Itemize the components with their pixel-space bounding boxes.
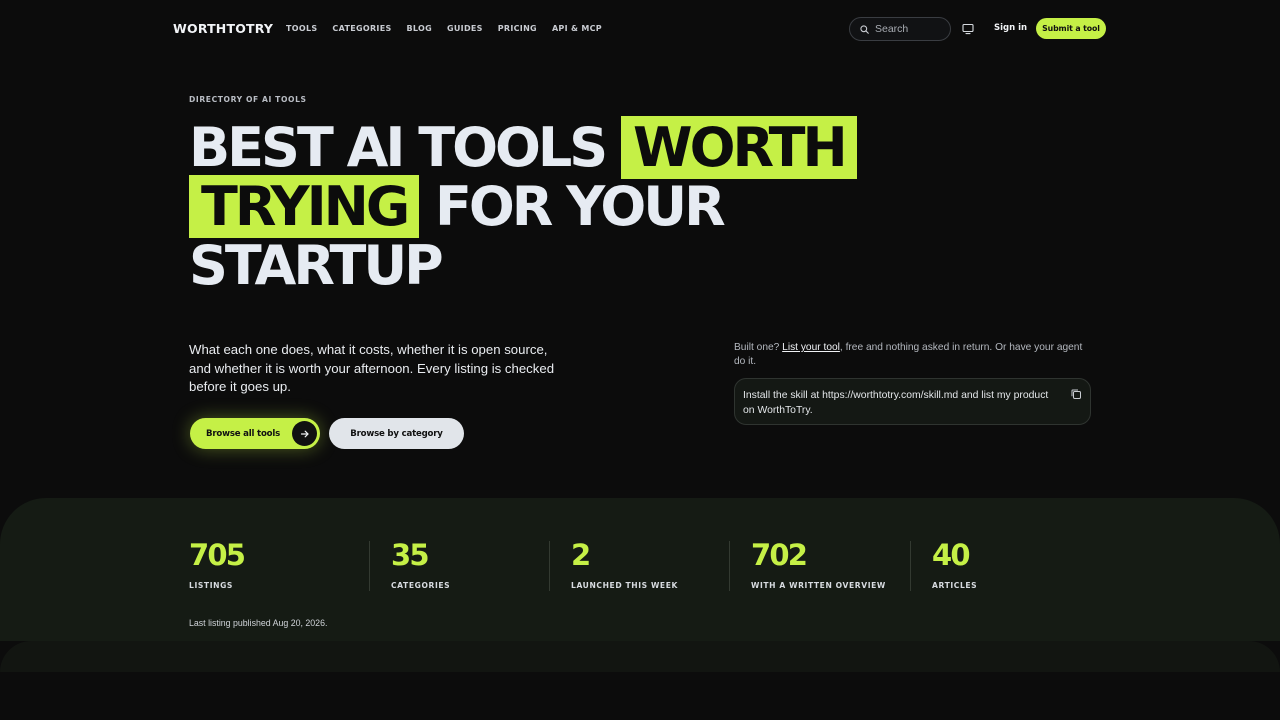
headline-highlight-worth: WORTH: [621, 116, 857, 179]
browse-by-category-button[interactable]: Browse by category: [329, 418, 464, 449]
nav-link-guides[interactable]: GUIDES: [447, 24, 483, 33]
site-logo[interactable]: WORTHTOTRY: [173, 21, 273, 36]
hero-description: What each one does, what it costs, wheth…: [189, 342, 555, 395]
hero-eyebrow: DIRECTORY OF AI TOOLS: [189, 95, 307, 104]
nav-link-blog[interactable]: BLOG: [407, 24, 432, 33]
headline-text-1: BEST AI TOOLS: [189, 116, 622, 179]
next-section: [0, 641, 1280, 720]
side-note-prefix: Built one?: [734, 342, 783, 353]
search-input[interactable]: [875, 23, 941, 35]
stat-value: 40: [932, 538, 971, 572]
stat-divider: [910, 541, 911, 591]
search-icon: [860, 24, 869, 34]
theme-toggle-monitor-icon[interactable]: [962, 23, 974, 35]
stat-divider: [369, 541, 370, 591]
nav-link-categories[interactable]: CATEGORIES: [332, 24, 391, 33]
stat-articles: 40 ARTICLES: [932, 540, 977, 592]
stat-written-overview: 702 WITH A WRITTEN OVERVIEW: [751, 540, 886, 592]
agent-prompt-box[interactable]: Install the skill at https://worthtotry.…: [734, 378, 1091, 425]
search-box[interactable]: [849, 17, 951, 41]
browse-all-tools-button[interactable]: Browse all tools: [190, 418, 320, 449]
stat-divider: [549, 541, 550, 591]
stat-value: 2: [571, 538, 591, 572]
stat-listings: 705 LISTINGS: [189, 538, 246, 592]
list-your-tool-note: Built one? List your tool, free and noth…: [734, 341, 1092, 368]
stat-label: ARTICLES: [932, 581, 978, 590]
hero-headline: BEST AI TOOLS WORTH TRYING FOR YOUR STAR…: [189, 116, 989, 295]
stat-label: LAUNCHED THIS WEEK: [571, 581, 678, 590]
copy-icon[interactable]: [1070, 388, 1082, 400]
stat-value: 705: [189, 538, 246, 572]
stat-value: 702: [751, 538, 808, 572]
arrow-right-icon: [292, 421, 317, 446]
nav-link-api-mcp[interactable]: API & MCP: [552, 24, 602, 33]
nav-link-pricing[interactable]: PRICING: [498, 24, 537, 33]
last-listing-published: Last listing published Aug 20, 2026.: [189, 618, 328, 628]
list-your-tool-link[interactable]: List your tool: [782, 342, 840, 353]
primary-nav: TOOLS CATEGORIES BLOG GUIDES PRICING API…: [286, 24, 602, 33]
stat-label: WITH A WRITTEN OVERVIEW: [751, 581, 886, 590]
sign-in-link[interactable]: Sign in: [994, 23, 1027, 33]
stat-label: LISTINGS: [189, 581, 233, 590]
agent-prompt-text: Install the skill at https://worthtotry.…: [743, 390, 1049, 416]
stat-launched-this-week: 2 LAUNCHED THIS WEEK: [571, 540, 678, 592]
headline-highlight-trying: TRYING: [189, 175, 420, 238]
nav-link-tools[interactable]: TOOLS: [286, 24, 317, 33]
top-navigation: WORTHTOTRY TOOLS CATEGORIES BLOG GUIDES …: [0, 0, 1280, 58]
stat-label: CATEGORIES: [391, 581, 451, 590]
stat-divider: [729, 541, 730, 591]
stat-categories: 35 CATEGORIES: [391, 540, 450, 592]
browse-all-tools-label: Browse all tools: [206, 428, 281, 439]
submit-tool-button[interactable]: Submit a tool: [1036, 18, 1106, 39]
next-section-edge: [0, 641, 1280, 672]
stat-value: 35: [391, 538, 430, 572]
